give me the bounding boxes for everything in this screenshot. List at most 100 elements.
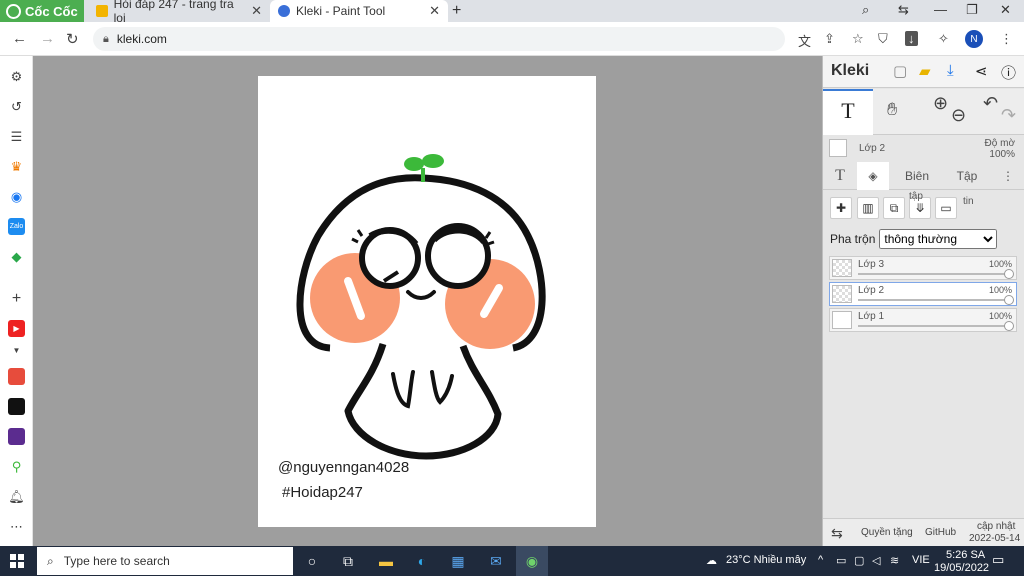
clock-date[interactable]: 19/05/2022 [934, 562, 989, 574]
bookmark-star-icon[interactable]: ☆ [852, 31, 864, 47]
layer-opacity-slider[interactable] [858, 295, 1014, 305]
slider-knob[interactable] [1004, 321, 1014, 331]
tab-more-icon[interactable]: ⋮ [999, 162, 1017, 190]
blend-mode-select[interactable]: thông thường [879, 229, 998, 249]
drawing-canvas[interactable]: @nguyenngan4028 #Hoidap247 [258, 76, 596, 527]
crown-icon[interactable]: ♛ [8, 158, 25, 175]
text-tool-button[interactable]: T [823, 89, 873, 135]
wifi-icon[interactable]: ≋ [890, 554, 899, 567]
layer-opacity-slider[interactable] [858, 321, 1014, 331]
messenger-icon[interactable]: ◉ [8, 188, 25, 205]
layer-opacity: 100% [988, 311, 1012, 321]
canvas-workspace[interactable]: @nguyenngan4028 #Hoidap247 [33, 56, 822, 546]
close-window-button[interactable]: ✕ [1000, 2, 1011, 18]
redo-icon[interactable]: ↷ [1001, 105, 1016, 126]
tiktok-icon[interactable] [8, 398, 25, 415]
tab-hoidap[interactable]: Hỏi đáp 247 - trang tra loi ✕ [88, 0, 270, 25]
delete-layer-icon[interactable]: ▥ [857, 197, 879, 219]
notification-icon[interactable]: ▭ [992, 552, 1004, 568]
layer-opacity-slider[interactable] [858, 269, 1014, 279]
hand-tool-icon[interactable]: ✋︎ [887, 99, 897, 120]
cortana-icon[interactable]: ○ [302, 551, 322, 571]
volume-icon[interactable]: ◁ [872, 554, 880, 567]
notification-bell-icon[interactable]: 🔔︎ [8, 488, 25, 505]
shopping-app-icon[interactable] [8, 368, 25, 385]
privacy-link[interactable]: Quyền tặng [861, 527, 913, 538]
slider-knob[interactable] [1004, 295, 1014, 305]
file-explorer-icon[interactable]: ▬ [376, 551, 396, 571]
extensions-icon[interactable]: ✧ [938, 31, 949, 47]
menu-icon[interactable]: ⋮ [1000, 31, 1013, 47]
reading-list-icon[interactable]: ☰ [8, 128, 25, 145]
undo-icon[interactable]: ↶ [983, 93, 998, 114]
update-label[interactable]: cập nhật [977, 521, 1015, 532]
language-indicator[interactable]: VIE [912, 554, 930, 566]
duplicate-layer-icon[interactable]: ⧉ [883, 197, 905, 219]
game-controller-icon[interactable]: ◆ [8, 248, 25, 265]
reload-button[interactable]: ↻ [66, 30, 79, 48]
history-icon[interactable]: ↺ [8, 98, 25, 115]
tab-text-tool[interactable]: T [825, 162, 855, 190]
slider-knob[interactable] [1004, 269, 1014, 279]
game-app-icon[interactable] [8, 428, 25, 445]
layer-item[interactable]: Lớp 2 100% [829, 282, 1017, 306]
help-icon[interactable]: ⓘ [1001, 62, 1016, 83]
layer-item[interactable]: Lớp 1 100% [829, 308, 1017, 332]
layer-item[interactable]: Lớp 3 100% [829, 256, 1017, 280]
store-icon[interactable]: ▦ [448, 551, 468, 571]
task-view-icon[interactable]: ⧉ [338, 551, 358, 571]
back-button[interactable]: ← [12, 30, 27, 47]
weather-icon[interactable]: ☁ [706, 554, 717, 567]
maximize-button[interactable]: ❐ [966, 2, 978, 18]
current-layer-row[interactable]: Lớp 2 Độ mờ 100% [823, 136, 1024, 162]
profile-avatar[interactable]: N [965, 30, 983, 48]
add-icon[interactable]: + [8, 290, 25, 307]
youtube-icon[interactable]: ▶ [8, 320, 25, 337]
rename-layer-icon[interactable]: ▭ [935, 197, 957, 219]
edge-icon[interactable]: ◐ [412, 551, 432, 571]
mail-icon[interactable]: ✉ [486, 551, 506, 571]
weather-text[interactable]: 23°C Nhiều mây [726, 554, 806, 566]
zoom-out-icon[interactable]: ⊖ [951, 105, 966, 126]
swap-icon[interactable]: ⇆ [831, 525, 843, 542]
settings-gear-icon[interactable]: ⚙ [8, 68, 25, 85]
add-layer-icon[interactable]: ✚ [830, 197, 852, 219]
show-hidden-icon[interactable]: ^ [818, 554, 823, 566]
chevron-down-icon[interactable]: ▼ [8, 342, 25, 359]
close-icon[interactable]: ✕ [251, 3, 262, 19]
forward-button[interactable]: → [40, 30, 55, 47]
battery-icon[interactable]: ▭ [836, 554, 846, 567]
browser-brand[interactable]: Cốc Cốc [0, 0, 84, 22]
search-tabs-icon[interactable]: ⌕ [862, 2, 869, 18]
close-icon[interactable]: ✕ [429, 3, 440, 19]
download-icon[interactable]: ↓ [905, 31, 918, 46]
share-icon[interactable]: ⋖ [975, 62, 988, 80]
shield-icon[interactable]: ⛉ [878, 31, 888, 47]
taskbar-search-input[interactable]: ⌕ Type here to search [37, 547, 293, 575]
maps-pin-icon[interactable]: ⚲ [8, 458, 25, 475]
tab-layers[interactable]: ◈ [857, 162, 889, 190]
new-image-icon[interactable]: ▢ [893, 62, 907, 80]
translate-icon[interactable]: 文 [798, 31, 811, 50]
tab-kleki[interactable]: Kleki - Paint Tool ✕ [270, 0, 448, 22]
network-icon[interactable]: ▢ [854, 554, 864, 567]
share-icon[interactable]: ⇪ [824, 31, 835, 47]
clock-time[interactable]: 5:26 SA [946, 549, 985, 561]
github-link[interactable]: GitHub [925, 527, 956, 538]
more-icon[interactable]: ⋯ [8, 518, 25, 535]
zoom-in-icon[interactable]: ⊕ [933, 93, 948, 114]
open-folder-icon[interactable]: ▰ [919, 62, 931, 80]
kleki-footer: ⇆ Quyền tặng GitHub cập nhật 2022-05-14 [823, 518, 1024, 546]
minimize-button[interactable]: — [934, 2, 947, 17]
download-icon[interactable]: ⤓ [947, 62, 954, 79]
tab-file[interactable]: Tập [947, 162, 987, 190]
windows-start-icon[interactable] [10, 554, 24, 568]
url-input[interactable]: 🔒︎ kleki.com [93, 27, 785, 51]
coccoc-taskbar-icon[interactable]: ◉ [516, 546, 548, 576]
layer-opacity: 100% [988, 285, 1012, 295]
zalo-icon[interactable]: Zalo [8, 218, 25, 235]
restore-icon[interactable]: ⇆ [898, 2, 909, 18]
new-tab-button[interactable]: + [452, 2, 461, 20]
tab-edit[interactable]: Biên [895, 162, 939, 190]
tab-strip: Cốc Cốc Hỏi đáp 247 - trang tra loi ✕ Kl… [0, 0, 1024, 25]
